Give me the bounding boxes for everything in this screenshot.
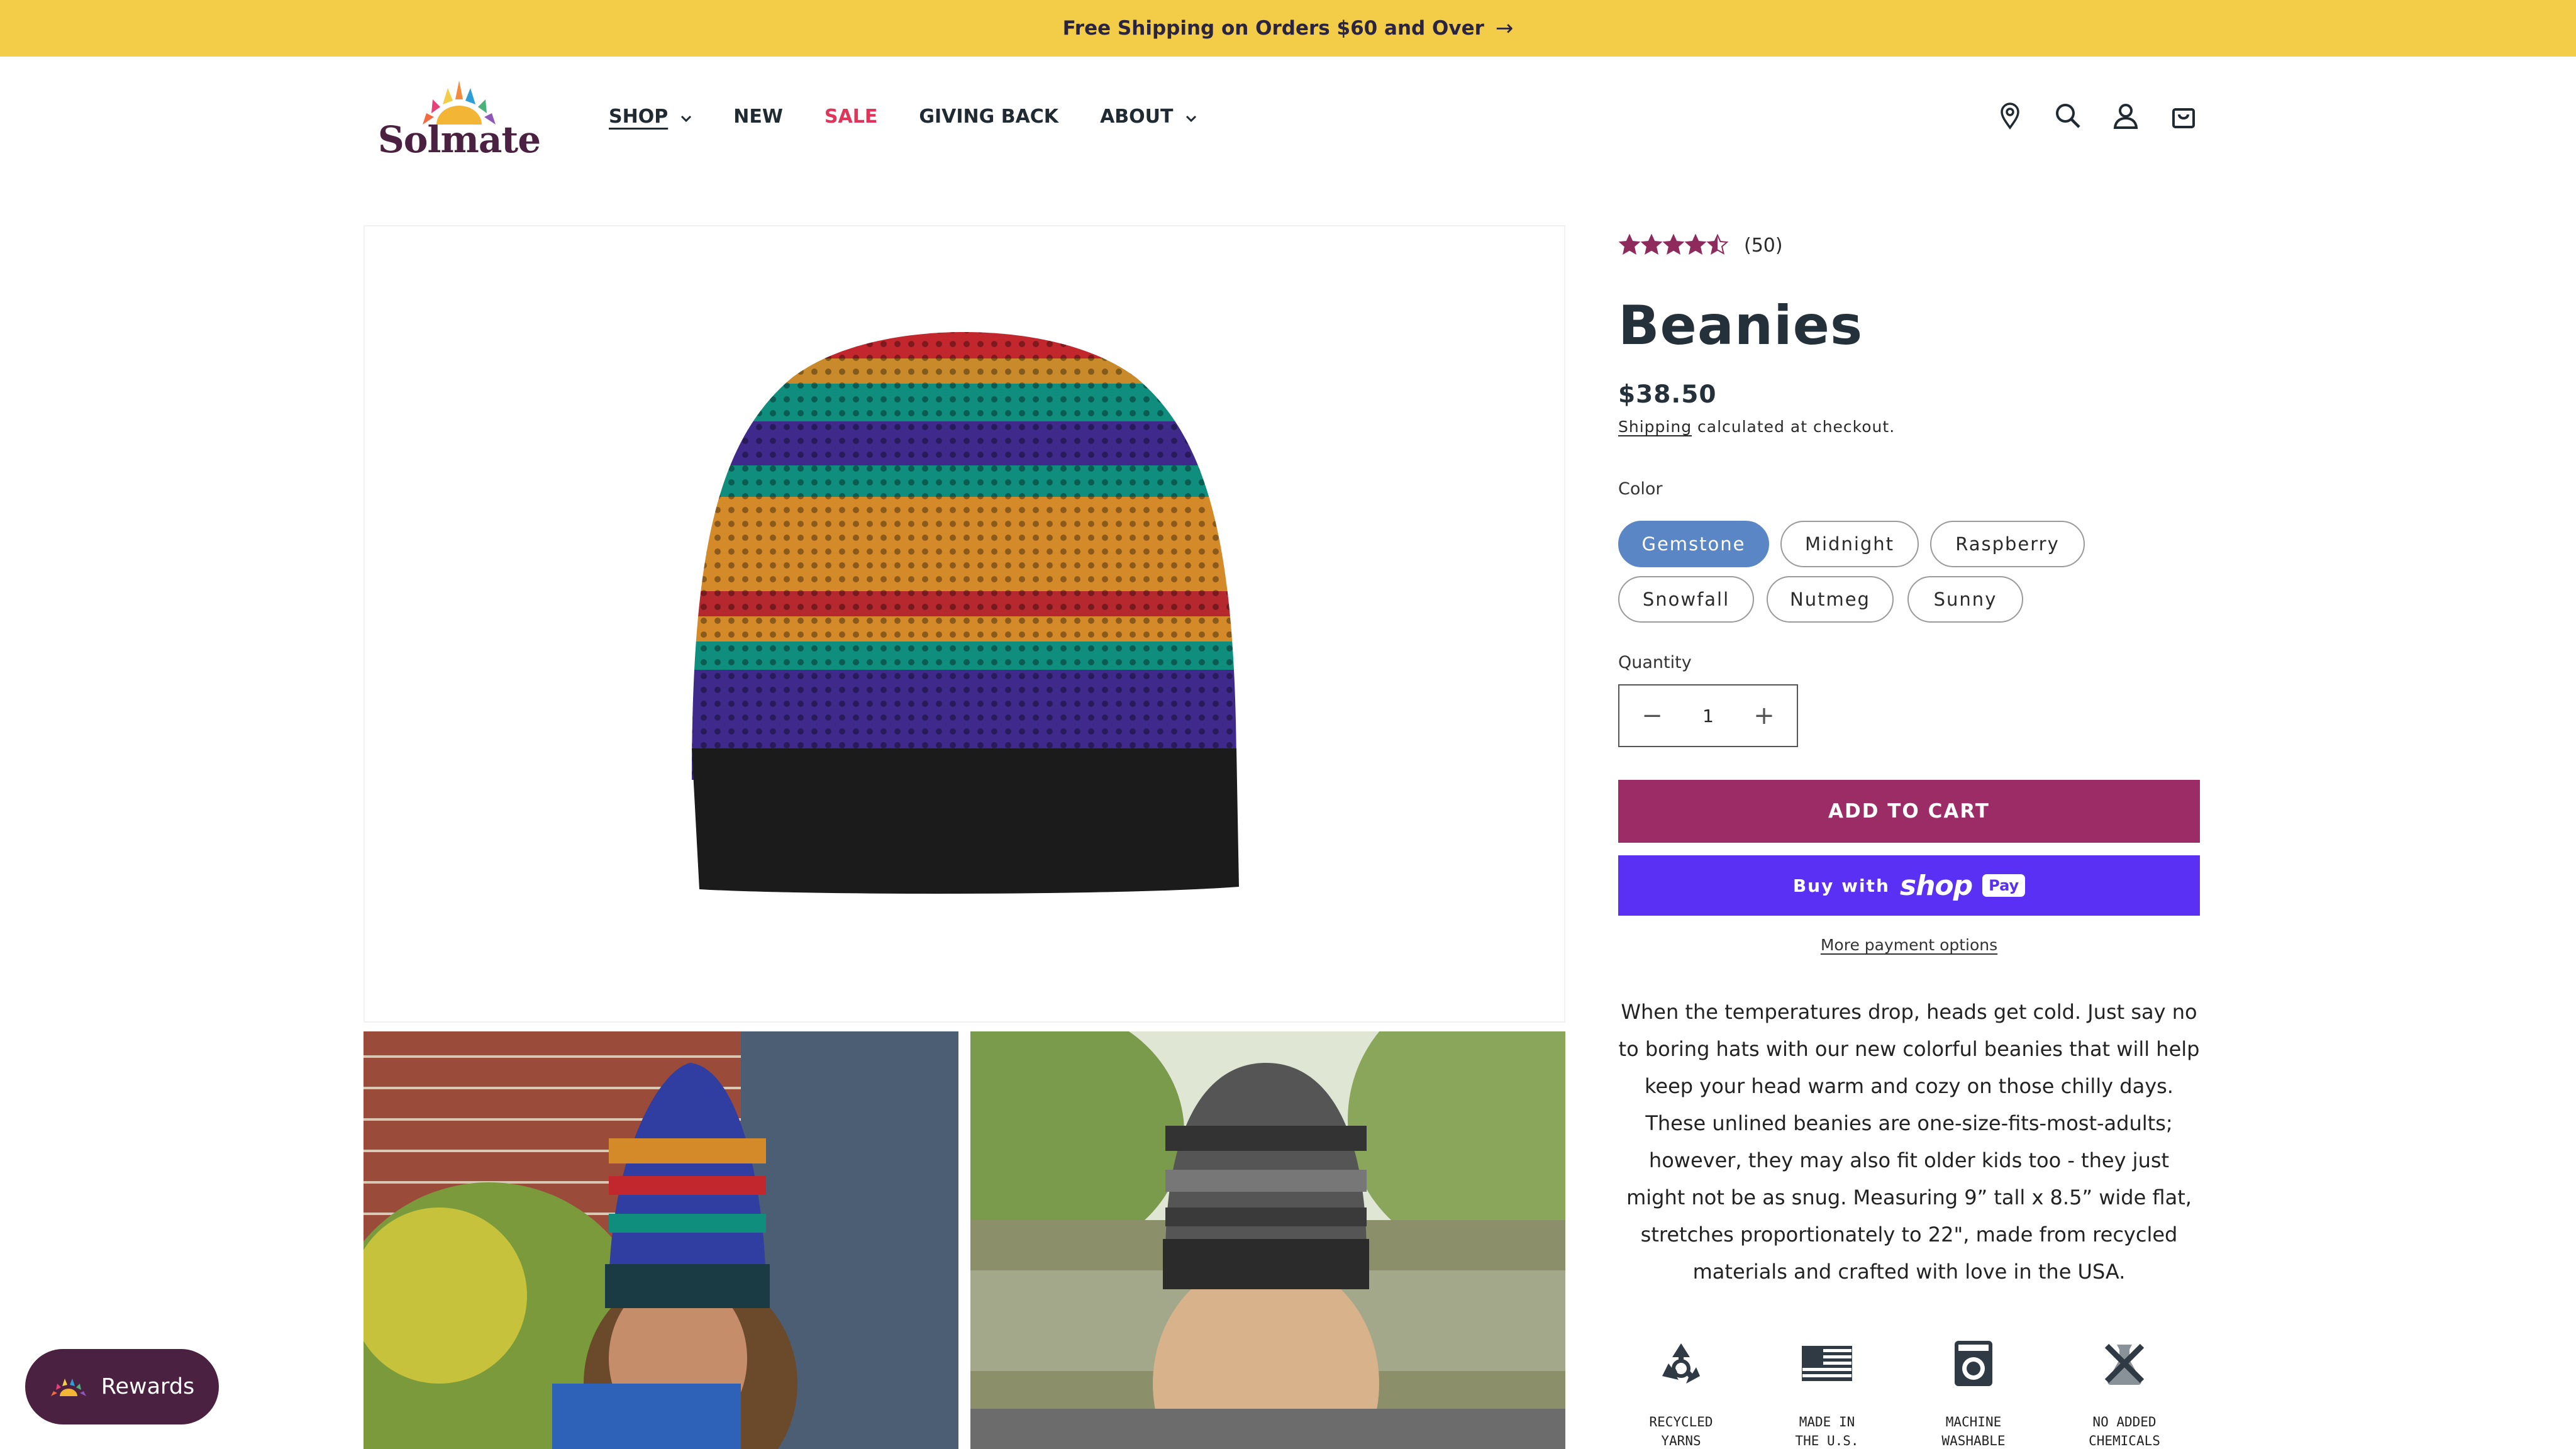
feature-recycled-line1: RECYCLED [1649, 1414, 1713, 1430]
nav-sale[interactable]: SALE [824, 106, 877, 128]
announcement-bar[interactable]: Free Shipping on Orders $60 and Over → [0, 0, 2576, 57]
shipping-note-text: calculated at checkout. [1697, 418, 1896, 436]
no-chemicals-icon [2062, 1333, 2187, 1394]
site-header: Solmate SHOP NEW SALE GIVING BACK ABOUT [0, 57, 2576, 179]
quantity-increase-button[interactable]: + [1750, 701, 1778, 730]
quantity-decrease-button[interactable]: − [1638, 701, 1666, 730]
shipping-link[interactable]: Shipping [1618, 418, 1692, 436]
location-pin-icon[interactable] [1995, 101, 2025, 131]
color-option-snowfall[interactable]: Snowfall [1618, 576, 1754, 623]
feature-made-line2: THE U.S. [1795, 1433, 1859, 1448]
recycle-icon [1618, 1333, 1744, 1394]
product-description: When the temperatures drop, heads get co… [1618, 1000, 2200, 1284]
search-icon[interactable] [2053, 101, 2083, 131]
feature-recycled: RECYCLED YARNS [1618, 1333, 1744, 1449]
add-to-cart-button[interactable]: ADD TO CART [1618, 780, 2200, 843]
product-main-image[interactable] [364, 225, 1565, 1023]
color-option-midnight[interactable]: Midnight [1780, 521, 1919, 567]
more-payment-options-link[interactable]: More payment options [1618, 936, 2200, 954]
nav-new[interactable]: NEW [733, 106, 783, 128]
sun-logo-icon [50, 1379, 86, 1396]
shop-pay-badge: Pay [1982, 874, 2026, 897]
product-features: RECYCLED YARNS MADE IN THE U.S. MACHINE … [1618, 1333, 2200, 1449]
shop-pay-logo: shop [1899, 869, 1973, 902]
washing-machine-icon [1911, 1333, 2036, 1394]
nav-about[interactable]: ABOUT [1100, 106, 1197, 128]
shipping-note: Shipping calculated at checkout. [1618, 418, 1895, 436]
feature-made-line1: MADE IN [1799, 1414, 1855, 1430]
feature-chem-line1: NO ADDED [2092, 1414, 2157, 1430]
rating[interactable]: (50) [1618, 226, 2200, 264]
product-info: (50) Beanies $38.50 Shipping calculated … [1618, 226, 2200, 1448]
chevron-down-icon [680, 106, 692, 128]
quantity-label: Quantity [1618, 653, 1692, 672]
shop-pay-buy-with: Buy with [1792, 875, 1890, 896]
color-option-nutmeg[interactable]: Nutmeg [1767, 576, 1894, 623]
brand-wordmark: Solmate [377, 118, 541, 161]
product-title: Beanies [1618, 294, 1863, 357]
color-label: Color [1618, 479, 1663, 499]
product-price: $38.50 [1618, 380, 1717, 409]
lifestyle-image-back[interactable] [970, 1031, 1565, 1449]
feature-chem-line2: CHEMICALS [2089, 1433, 2160, 1448]
main-nav: SHOP NEW SALE GIVING BACK ABOUT [609, 106, 1238, 128]
feature-washable-line1: MACHINE [1945, 1414, 2002, 1430]
quantity-input[interactable]: 1 [1702, 706, 1714, 726]
header-icons [1995, 101, 2199, 131]
arrow-right-icon: → [1495, 16, 1514, 41]
cart-icon[interactable] [2168, 101, 2199, 131]
shop-pay-button[interactable]: Buy with shop Pay [1618, 855, 2200, 916]
feature-made-in-usa: MADE IN THE U.S. [1764, 1333, 1890, 1449]
nav-shop-label: SHOP [609, 106, 669, 128]
nav-about-label: ABOUT [1100, 106, 1174, 128]
color-option-raspberry[interactable]: Raspberry [1930, 521, 2085, 567]
lifestyle-image-model[interactable] [364, 1031, 958, 1449]
color-option-gemstone[interactable]: Gemstone [1618, 521, 1769, 567]
review-count: (50) [1744, 234, 1783, 257]
feature-recycled-line2: YARNS [1661, 1433, 1701, 1448]
star-rating-icon [1618, 233, 1729, 255]
account-icon[interactable] [2111, 101, 2141, 131]
nav-shop[interactable]: SHOP [609, 106, 692, 128]
back-of-head-beanie-photo [970, 1031, 1565, 1449]
feature-washable-line2: WASHABLE [1941, 1433, 2006, 1448]
us-flag-icon [1764, 1333, 1890, 1394]
announcement-text: Free Shipping on Orders $60 and Over [1062, 17, 1484, 40]
beanie-product-photo [692, 332, 1239, 894]
model-wearing-beanie-photo [364, 1031, 958, 1449]
nav-giving-back[interactable]: GIVING BACK [919, 106, 1058, 128]
quantity-stepper: − 1 + [1618, 684, 1798, 747]
rewards-button[interactable]: Rewards [25, 1349, 219, 1424]
chevron-down-icon [1185, 106, 1197, 128]
feature-machine-washable: MACHINE WASHABLE [1911, 1333, 2036, 1449]
color-option-sunny[interactable]: Sunny [1907, 576, 2023, 623]
feature-no-chemicals: NO ADDED CHEMICALS [2062, 1333, 2187, 1449]
brand-logo[interactable]: Solmate [377, 75, 541, 164]
rewards-label: Rewards [101, 1374, 195, 1399]
